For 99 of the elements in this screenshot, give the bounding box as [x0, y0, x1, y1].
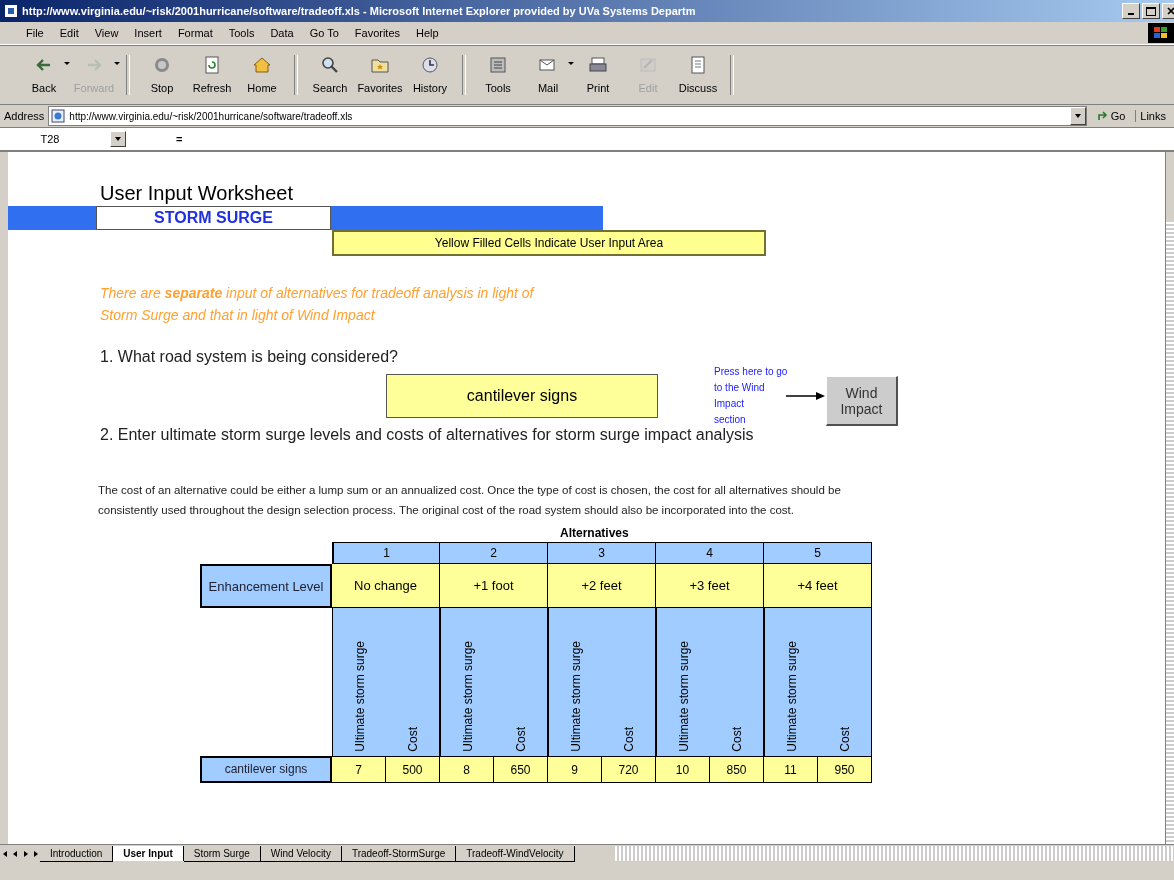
column-group-heading: Alternatives: [560, 526, 630, 542]
wind-impact-button[interactable]: Wind Impact: [826, 376, 898, 426]
toolbar-button[interactable]: Discuss: [674, 56, 722, 94]
arrow-icon: [786, 391, 826, 401]
table-cell: No change: [332, 564, 440, 608]
sheet-tab[interactable]: Wind Velocity: [260, 845, 342, 862]
edit-icon: [638, 56, 658, 74]
input-cell[interactable]: 7: [332, 756, 386, 783]
input-area-note: Yellow Filled Cells Indicate User Input Area: [332, 230, 766, 256]
table-cell: Ultimate storm surge: [440, 608, 494, 756]
input-cell[interactable]: 10: [656, 756, 710, 783]
vertical-scrollbar[interactable]: [1165, 152, 1174, 844]
question-text: 2. Enter ultimate storm surge levels and costs of alternatives for storm surge impact analysis: [100, 426, 755, 444]
toolbar-button[interactable]: Mail: [524, 56, 572, 94]
input-cell[interactable]: 500: [386, 756, 440, 783]
toolbar-button[interactable]: Back: [20, 56, 68, 94]
cost-paragraph: The cost of an alternative could be either a lump sum or an annualized cost. Once the type of cost is chosen, the cost for all alternatives should be consistently used throughout the design selection process. The original cost of the road system should also be incorporated into the cost.: [98, 483, 842, 518]
toolbar-button[interactable]: Print: [574, 56, 622, 94]
input-cell[interactable]: 8: [440, 756, 494, 783]
input-cell[interactable]: 950: [818, 756, 872, 783]
input-cell[interactable]: 11: [764, 756, 818, 783]
menu-item[interactable]: Format: [175, 27, 215, 39]
sheet-tab[interactable]: User Input: [113, 846, 184, 861]
input-cell[interactable]: 720: [602, 756, 656, 783]
menu-item[interactable]: Tools: [226, 27, 257, 39]
toolbar-button[interactable]: Refresh: [188, 56, 236, 94]
toolbar-button[interactable]: Home: [238, 56, 286, 94]
go-arrow-icon: [1096, 110, 1109, 122]
stop-icon: [152, 56, 172, 74]
sheet-title: User Input Worksheet: [100, 182, 295, 206]
input-cell[interactable]: 850: [710, 756, 764, 783]
menu-item[interactable]: Edit: [57, 27, 81, 39]
table-cell: Ultimate storm surge: [764, 608, 818, 756]
menu-item[interactable]: Data: [268, 27, 296, 39]
sheet-tab[interactable]: Storm Surge: [183, 845, 261, 862]
table-cell: Ultimate storm surge: [548, 608, 602, 756]
mail-icon: [538, 56, 558, 74]
table-cell: Cost: [386, 608, 440, 756]
folder-icon: [370, 56, 390, 74]
toolbar-button[interactable]: Stop: [138, 56, 186, 94]
dropdown-button[interactable]: [1069, 107, 1086, 125]
table-cell: 5: [764, 542, 872, 564]
menu-item[interactable]: Go To: [307, 27, 341, 39]
links-button[interactable]: Links: [1135, 110, 1170, 122]
menu-item[interactable]: Insert: [132, 27, 164, 39]
clock-icon: [420, 56, 440, 74]
table-cell: +1 foot: [440, 564, 548, 608]
close-icon: [1167, 7, 1174, 15]
question-text: 1. What road system is being considered?: [100, 348, 399, 366]
table-cell: +4 feet: [764, 564, 872, 608]
input-cell[interactable]: 650: [494, 756, 548, 783]
menu-item[interactable]: Favorites: [352, 27, 403, 39]
table-cell: 3: [548, 542, 656, 564]
navigation-hint: Press here to go to the Wind Impact section: [714, 365, 789, 427]
toolbar-button[interactable]: Search: [306, 56, 354, 94]
intro-text: There are separate input of alternatives for tradeoff analysis in light of Storm Surge and that in light of Wind Impact: [100, 284, 536, 325]
home-icon: [252, 56, 272, 74]
refresh-icon: [202, 56, 222, 74]
horizontal-scrollbar[interactable]: [614, 846, 1174, 861]
equals-sign: =: [176, 133, 183, 145]
sheet-tab[interactable]: Introduction: [40, 845, 114, 862]
minimize-button[interactable]: [1122, 3, 1140, 19]
table-cell: 2: [440, 542, 548, 564]
table-cell: Cost: [818, 608, 872, 756]
browser-icon: [4, 4, 18, 18]
menu-item[interactable]: File: [24, 27, 46, 39]
table-cell: Ultimate storm surge: [656, 608, 710, 756]
table-cell: Ultimate storm surge: [332, 608, 386, 756]
menu-item[interactable]: View: [92, 27, 121, 39]
toolbar-button[interactable]: Tools: [474, 56, 522, 94]
table-cell: +2 feet: [548, 564, 656, 608]
input-cell[interactable]: 9: [548, 756, 602, 783]
toolbar-button[interactable]: History: [406, 56, 454, 94]
section-label: STORM SURGE: [96, 206, 331, 230]
table-cell: cantilever signs: [200, 756, 332, 783]
maximize-button[interactable]: [1142, 3, 1160, 19]
sheet-tab[interactable]: Tradeoff-WindVelocity: [456, 845, 575, 862]
address-label: Address: [4, 110, 45, 122]
table-cell: +3 feet: [656, 564, 764, 608]
table-cell: Cost: [602, 608, 656, 756]
menu-item[interactable]: Help: [414, 27, 441, 39]
windows-logo-icon: [1148, 23, 1174, 43]
answer-field[interactable]: cantilever signs: [386, 374, 658, 418]
window-title: http://www.virginia.edu/~risk/2001hurricane/software/tradeoff.xls - Microsoft Internet Explorer provided by UVa Systems Departm: [22, 5, 697, 17]
toolbar-button[interactable]: Favorites: [356, 56, 404, 94]
page-icon: [51, 109, 66, 123]
table-cell: Cost: [710, 608, 764, 756]
table-cell: Cost: [494, 608, 548, 756]
table-cell: 4: [656, 542, 764, 564]
name-box[interactable]: T28: [0, 133, 110, 145]
search-icon: [320, 56, 340, 74]
table-cell: 1: [332, 542, 440, 564]
table-cell: Enhancement Level: [200, 564, 332, 608]
sheet-tab[interactable]: Tradeoff-StormSurge: [341, 845, 457, 862]
printer-icon: [588, 56, 608, 74]
go-button[interactable]: Go: [1090, 110, 1132, 122]
address-field[interactable]: http://www.virginia.edu/~risk/2001hurricane/software/tradeoff.xls: [48, 106, 1087, 126]
document-icon: [688, 56, 708, 74]
dropdown-button[interactable]: [110, 131, 126, 147]
